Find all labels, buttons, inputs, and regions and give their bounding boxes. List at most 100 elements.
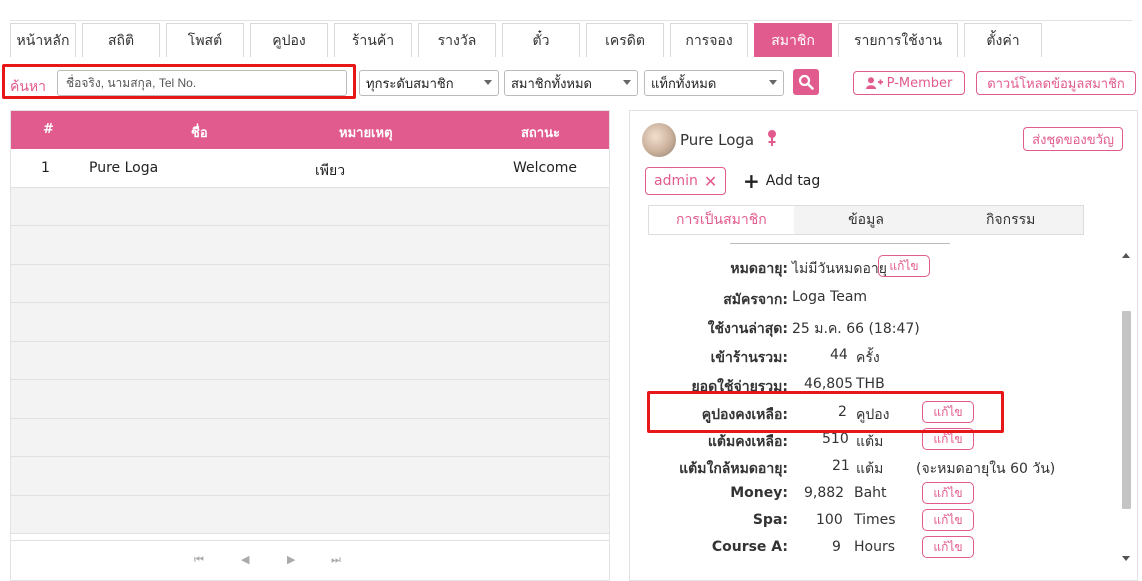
table-row-empty — [11, 457, 609, 496]
tab-members[interactable]: สมาชิก — [754, 23, 832, 57]
search-icon — [798, 74, 814, 90]
prev-page-icon[interactable]: ◀ — [241, 553, 249, 566]
col-header-name: ชื่อ — [191, 126, 208, 141]
tag-label: admin — [654, 173, 698, 189]
detail-label: ใช้งานล่าสุด: — [707, 321, 788, 337]
send-gift-button[interactable]: ส่งชุดของขวัญ — [1023, 127, 1123, 151]
coupon-highlight-box — [647, 391, 1004, 433]
detail-label: Course A: — [711, 539, 788, 555]
detail-label: แต้มคงเหลือ: — [707, 434, 788, 450]
chevron-down-icon — [769, 80, 777, 85]
cell-name: Pure Loga — [89, 160, 159, 176]
detail-row-expiry: หมดอายุ: ไม่มีวันหมดอายุ แก้ไข — [630, 254, 1100, 280]
close-icon[interactable]: ✕ — [704, 172, 717, 191]
tab-shop[interactable]: ร้านค้า — [334, 23, 412, 57]
tab-home[interactable]: หน้าหลัก — [10, 23, 76, 57]
table-row-empty — [11, 418, 609, 457]
table-row-empty — [11, 187, 609, 226]
female-icon — [766, 129, 778, 151]
table-header: # ชื่อ หมายเหตุ สถานะ — [11, 111, 609, 149]
member-status-select[interactable]: สมาชิกทั้งหมด — [504, 70, 638, 96]
first-page-icon[interactable]: ⏮ — [194, 553, 204, 567]
member-level-select[interactable]: ทุกระดับสมาชิก — [359, 70, 499, 96]
edit-button[interactable]: แก้ไข — [922, 482, 974, 504]
detail-value: 9 — [832, 539, 841, 555]
search-button[interactable] — [793, 69, 819, 95]
tag-select[interactable]: แท็กทั้งหมด — [644, 70, 784, 96]
scroll-thumb[interactable] — [1122, 311, 1131, 509]
tab-rewards[interactable]: รางวัล — [418, 23, 496, 57]
table-row-empty — [11, 380, 609, 419]
tag-select-value: แท็กทั้งหมด — [651, 76, 717, 92]
member-level-value: ทุกระดับสมาชิก — [366, 76, 454, 92]
table-row-empty — [11, 303, 609, 342]
chevron-down-icon — [623, 80, 631, 85]
detail-value: 44 — [830, 347, 848, 363]
last-page-icon[interactable]: ⏭ — [331, 553, 341, 567]
detail-row-spa: Spa: 100 Times แก้ไข — [630, 508, 1100, 534]
detail-value: 510 — [822, 431, 849, 447]
details-scrollbar[interactable] — [1121, 251, 1131, 571]
edit-button[interactable]: แก้ไข — [878, 255, 930, 277]
edit-button[interactable]: แก้ไข — [922, 509, 974, 531]
subtab-info[interactable]: ข้อมูล — [794, 206, 939, 234]
tab-coupons[interactable]: คูปอง — [250, 23, 328, 57]
detail-label: Money: — [730, 485, 788, 501]
cell-num: 1 — [41, 160, 50, 176]
subtab-activity[interactable]: กิจกรรม — [938, 206, 1083, 234]
tab-credit[interactable]: เครดิต — [586, 23, 664, 57]
search-input[interactable] — [57, 70, 347, 96]
detail-value: 9,882 — [804, 485, 845, 501]
detail-row-joined-from: สมัครจาก: Loga Team — [630, 285, 1100, 311]
table-row[interactable]: 1 Pure Loga เพียว Welcome — [11, 149, 609, 188]
detail-label: แต้มใกล้หมดอายุ: — [679, 461, 788, 477]
tab-booking[interactable]: การจอง — [670, 23, 748, 57]
detail-row-last-used: ใช้งานล่าสุด: 25 ม.ค. 66 (18:47) — [630, 314, 1100, 340]
chevron-down-icon — [484, 80, 492, 85]
scroll-up-icon[interactable] — [1122, 253, 1130, 258]
tab-tickets[interactable]: ตั๋ว — [502, 23, 580, 57]
detail-value: 25 ม.ค. 66 (18:47) — [792, 321, 920, 337]
download-members-button[interactable]: ดาวน์โหลดข้อมูลสมาชิก — [976, 71, 1136, 95]
col-header-num: # — [43, 122, 54, 137]
scroll-down-icon[interactable] — [1122, 556, 1130, 561]
detail-row-expiring-points: แต้มใกล้หมดอายุ: 21 แต้ม (จะหมดอายุใน 60… — [630, 454, 1100, 480]
table-row-empty — [11, 264, 609, 303]
tab-usage[interactable]: รายการใช้งาน — [838, 23, 958, 57]
next-page-icon[interactable]: ▶ — [287, 553, 295, 566]
detail-unit: Baht — [854, 485, 887, 501]
p-member-button[interactable]: P-Member — [853, 71, 965, 95]
detail-row-money: Money: 9,882 Baht แก้ไข — [630, 481, 1100, 507]
tag-chip: admin ✕ — [645, 167, 727, 195]
subtab-membership[interactable]: การเป็นสมาชิก — [649, 206, 794, 234]
top-divider — [10, 20, 1132, 21]
detail-unit: THB — [856, 376, 885, 392]
detail-value: 100 — [816, 512, 843, 528]
main-tabs: หน้าหลัก สถิติ โพสต์ คูปอง ร้านค้า รางวั… — [10, 23, 1042, 59]
add-tag-label: Add tag — [765, 173, 821, 189]
table-row-empty — [11, 495, 609, 534]
member-table: # ชื่อ หมายเหตุ สถานะ 1 Pure Loga เพียว … — [10, 110, 610, 581]
table-row-empty — [11, 226, 609, 265]
detail-label: สมัครจาก: — [723, 292, 788, 308]
edit-button[interactable]: แก้ไข — [922, 536, 974, 558]
cell-status: Welcome — [513, 160, 578, 176]
tab-stats[interactable]: สถิติ — [82, 23, 160, 57]
member-subtabs: การเป็นสมาชิก ข้อมูล กิจกรรม — [648, 205, 1084, 235]
search-label: ค้นหา — [10, 79, 47, 95]
detail-value: 46,805 — [804, 376, 853, 392]
search-bar: ค้นหา ทุกระดับสมาชิก สมาชิกทั้งหมด แท็กท… — [0, 64, 1142, 100]
tab-settings[interactable]: ตั้งค่า — [964, 23, 1042, 57]
avatar — [642, 123, 676, 157]
tab-posts[interactable]: โพสต์ — [166, 23, 244, 57]
add-tag-button[interactable]: + Add tag — [743, 171, 821, 191]
col-header-note: หมายเหตุ — [339, 126, 393, 141]
detail-row-cut — [630, 243, 1100, 253]
p-member-label: P-Member — [886, 75, 953, 91]
table-row-empty — [11, 341, 609, 380]
cell-note: เพียว — [315, 163, 346, 179]
member-name: Pure Loga — [680, 131, 755, 149]
detail-unit: แต้ม — [856, 461, 884, 477]
detail-row-course-a: Course A: 9 Hours แก้ไข — [630, 535, 1100, 561]
detail-value: Loga Team — [792, 289, 868, 305]
